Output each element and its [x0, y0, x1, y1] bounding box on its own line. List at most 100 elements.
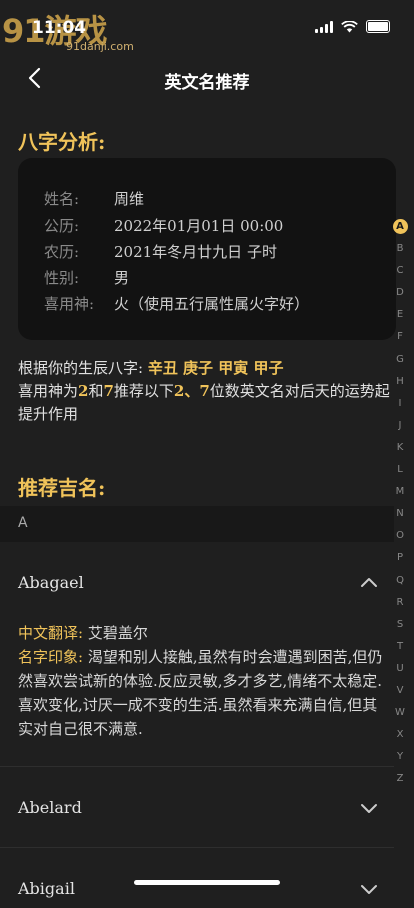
index-letter-label: K — [396, 441, 404, 453]
name-label: Abelard — [18, 798, 82, 817]
index-letter-label: T — [396, 640, 404, 652]
index-letter-label: J — [398, 419, 402, 431]
index-letter-label: E — [396, 309, 404, 321]
analysis-text-b: 推荐以下 — [113, 382, 174, 400]
index-letter-label: G — [396, 353, 404, 365]
index-letter-label: L — [397, 464, 403, 476]
analysis-bazi: 辛丑 庚子 甲寅 甲子 — [147, 359, 284, 377]
analysis-and: 和 — [88, 382, 104, 400]
analysis-nums: 2、7 — [173, 382, 210, 400]
index-letter-j[interactable]: J — [388, 415, 412, 437]
page-title: 英文名推荐 — [164, 73, 250, 93]
index-letter-w[interactable]: W — [388, 702, 412, 724]
bazi-value: 火（使用五行属性属火字好） — [114, 295, 310, 313]
name-label: Abigail — [18, 879, 75, 898]
index-letter-b[interactable]: B — [388, 238, 412, 260]
index-letter-q[interactable]: Q — [388, 570, 412, 592]
bazi-label: 公历: — [44, 217, 80, 235]
analysis-text-a: 喜用神为 — [18, 382, 79, 400]
status-icons — [315, 20, 390, 33]
analysis-prefix: 根据你的生辰八字: — [18, 359, 148, 377]
index-letter-l[interactable]: L — [388, 459, 412, 481]
index-letter-label: R — [396, 596, 404, 608]
index-letter-m[interactable]: M — [388, 481, 412, 503]
index-letter-label: S — [396, 618, 404, 630]
group-letter: A — [18, 515, 28, 531]
wifi-icon — [341, 20, 358, 32]
index-letter-e[interactable]: E — [388, 304, 412, 326]
index-letter-t[interactable]: T — [388, 636, 412, 658]
bazi-row-solar: 公历: 2022年01月01日 00:00 — [44, 215, 283, 236]
name-item-abigail[interactable]: Abigail — [0, 848, 394, 908]
cellular-signal-icon — [315, 20, 333, 33]
analysis-num-2: 7 — [103, 382, 114, 400]
index-letter-label: D — [396, 287, 404, 299]
index-letter-i[interactable]: I — [388, 393, 412, 415]
index-letter-z[interactable]: Z — [388, 768, 412, 790]
bazi-value: 2022年01月01日 00:00 — [114, 217, 284, 235]
index-letter-label: I — [398, 397, 402, 409]
index-letter-d[interactable]: D — [388, 282, 412, 304]
index-letter-label: B — [396, 243, 404, 255]
index-letter-label: O — [396, 530, 404, 542]
index-letter-label: Y — [396, 751, 404, 763]
index-letter-c[interactable]: C — [388, 260, 412, 282]
bazi-row-lunar: 农历: 2021年冬月廿九日 子时 — [44, 241, 277, 262]
nav-bar: 英文名推荐 — [0, 50, 414, 106]
translation-value: 艾碧盖尔 — [87, 624, 148, 642]
index-letter-k[interactable]: K — [388, 437, 412, 459]
status-time: 11:04 — [32, 18, 87, 38]
name-item-abelard[interactable]: Abelard — [0, 767, 394, 848]
index-letter-s[interactable]: S — [388, 614, 412, 636]
index-letter-label: A — [392, 219, 408, 234]
index-letter-g[interactable]: G — [388, 349, 412, 371]
translation-label: 中文翻译: — [18, 624, 88, 642]
bazi-label: 喜用神: — [44, 295, 95, 313]
index-letter-label: H — [396, 375, 404, 387]
bazi-section-title: 八字分析: — [18, 130, 106, 154]
impression-label: 名字印象: — [18, 648, 88, 666]
index-letter-label: C — [396, 265, 404, 277]
bazi-value: 周维 — [114, 190, 145, 208]
bazi-value: 2021年冬月廿九日 子时 — [114, 243, 277, 261]
bazi-value: 男 — [114, 269, 130, 287]
analysis-num-1: 2 — [78, 382, 89, 400]
index-letter-n[interactable]: N — [388, 503, 412, 525]
bazi-row-element: 喜用神: 火（使用五行属性属火字好） — [44, 293, 309, 314]
name-label: Abagael — [18, 573, 84, 592]
group-header: A — [0, 506, 394, 542]
bazi-row-name: 姓名: 周维 — [44, 188, 144, 209]
bazi-label: 性别: — [44, 269, 80, 287]
index-letter-y[interactable]: Y — [388, 746, 412, 768]
index-letter-x[interactable]: X — [388, 724, 412, 746]
index-letter-label: V — [396, 684, 404, 696]
index-letter-u[interactable]: U — [388, 658, 412, 680]
recommend-section-title: 推荐吉名: — [18, 476, 106, 500]
index-letter-label: F — [397, 331, 403, 343]
index-letter-o[interactable]: O — [388, 525, 412, 547]
chevron-down-icon[interactable] — [360, 802, 378, 814]
index-letter-v[interactable]: V — [388, 680, 412, 702]
index-letter-p[interactable]: P — [388, 547, 412, 569]
index-letter-label: Z — [396, 773, 404, 785]
alphabet-index[interactable]: ABCDEFGHIJKLMNOPQRSTUVWXYZ — [388, 216, 412, 790]
index-letter-f[interactable]: F — [388, 326, 412, 348]
bazi-label: 农历: — [44, 243, 80, 261]
bazi-card: 姓名: 周维 公历: 2022年01月01日 00:00 农历: 2021年冬月廿九日… — [18, 158, 396, 340]
battery-icon — [366, 20, 390, 33]
index-letter-label: W — [395, 707, 405, 719]
chevron-up-icon[interactable] — [360, 576, 378, 588]
home-indicator — [134, 880, 280, 885]
bazi-label: 姓名: — [44, 190, 80, 208]
index-letter-h[interactable]: H — [388, 371, 412, 393]
bazi-row-gender: 性别: 男 — [44, 267, 129, 288]
index-letter-label: M — [395, 486, 405, 498]
index-letter-label: X — [396, 729, 404, 741]
index-letter-r[interactable]: R — [388, 592, 412, 614]
analysis-text: 根据你的生辰八字: 辛丑 庚子 甲寅 甲子 喜用神为2和7推荐以下2、7位数英文… — [18, 357, 398, 426]
index-letter-a[interactable]: A — [388, 216, 412, 238]
index-letter-label: N — [396, 508, 404, 520]
index-letter-label: Q — [396, 574, 404, 586]
chevron-down-icon[interactable] — [360, 883, 378, 895]
index-letter-label: U — [396, 662, 404, 674]
